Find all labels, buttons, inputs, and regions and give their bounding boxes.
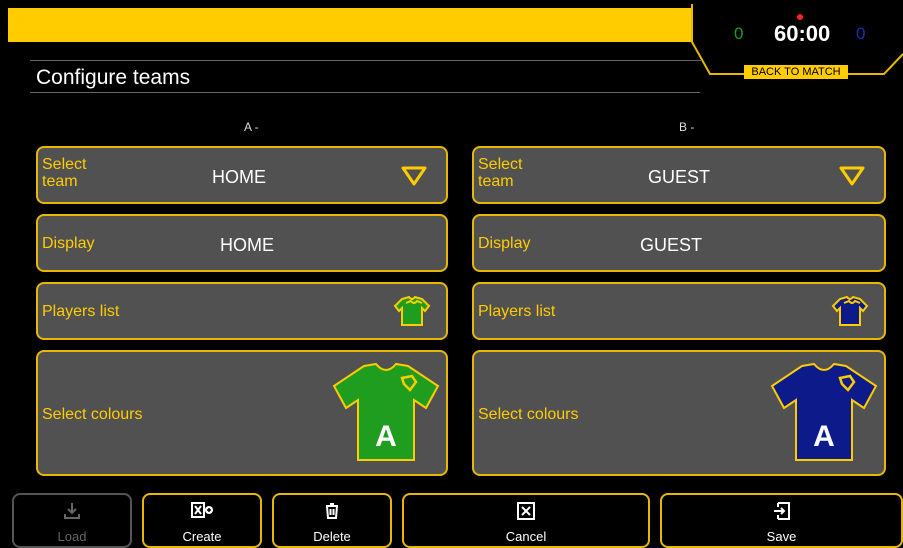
page-title: Configure teams: [36, 66, 191, 89]
select-colours-a-button[interactable]: Select colours A: [36, 350, 448, 476]
team-b-heading: B -: [679, 120, 695, 134]
select-colours-b-button[interactable]: Select colours A: [472, 350, 886, 476]
cancel-icon: [404, 501, 648, 526]
shirt-letter: A: [375, 420, 397, 453]
players-list-label: Players list: [42, 303, 120, 320]
create-icon: [144, 501, 260, 526]
display-value: GUEST: [640, 235, 703, 255]
cancel-button[interactable]: Cancel: [402, 493, 650, 548]
live-indicator-icon: [797, 14, 803, 20]
save-icon: [662, 501, 901, 526]
score-panel: 0 60:00 0 BACK TO MATCH: [688, 4, 903, 82]
selected-team-value: HOME: [212, 167, 266, 187]
select-colours-label: Select colours: [478, 406, 579, 423]
download-icon: [14, 501, 130, 526]
create-button[interactable]: Create: [142, 493, 262, 548]
shirt-letter: A: [813, 420, 835, 453]
create-label: Create: [182, 529, 222, 544]
load-label: Load: [57, 529, 87, 544]
delete-label: Delete: [313, 529, 351, 544]
save-button[interactable]: Save: [660, 493, 903, 548]
select-team-label: Select team: [478, 156, 523, 190]
display-label: Display: [42, 235, 95, 252]
save-label: Save: [766, 529, 797, 544]
score-team-a: 0: [734, 24, 744, 43]
back-to-match-button[interactable]: BACK TO MATCH: [744, 65, 848, 79]
team-a-shirt-icon: A: [332, 362, 440, 461]
team-a-heading: A -: [244, 120, 259, 134]
selected-team-value: GUEST: [648, 167, 711, 187]
display-name-a-field[interactable]: Display HOME: [36, 214, 448, 272]
select-team-label: Select team: [42, 156, 87, 190]
trash-icon: [274, 501, 390, 526]
load-button[interactable]: Load: [12, 493, 132, 548]
display-value: HOME: [220, 235, 274, 255]
players-shirts-icon: [831, 295, 869, 326]
select-team-b-dropdown[interactable]: Select team GUEST: [472, 146, 886, 204]
cancel-label: Cancel: [505, 529, 547, 544]
players-list-a-button[interactable]: Players list: [36, 282, 448, 340]
top-status-bar: [8, 8, 698, 42]
select-team-a-dropdown[interactable]: Select team HOME: [36, 146, 448, 204]
players-list-b-button[interactable]: Players list: [472, 282, 886, 340]
match-clock: 60:00: [774, 21, 831, 46]
display-name-b-field[interactable]: Display GUEST: [472, 214, 886, 272]
divider: [30, 92, 700, 93]
score-team-b: 0: [856, 24, 866, 43]
chevron-down-icon: [401, 166, 427, 186]
players-shirts-icon: [393, 295, 431, 326]
team-b-shirt-icon: A: [770, 362, 878, 461]
display-label: Display: [478, 235, 531, 252]
select-colours-label: Select colours: [42, 406, 143, 423]
chevron-down-icon: [839, 166, 865, 186]
players-list-label: Players list: [478, 303, 556, 320]
delete-button[interactable]: Delete: [272, 493, 392, 548]
divider: [30, 60, 702, 61]
